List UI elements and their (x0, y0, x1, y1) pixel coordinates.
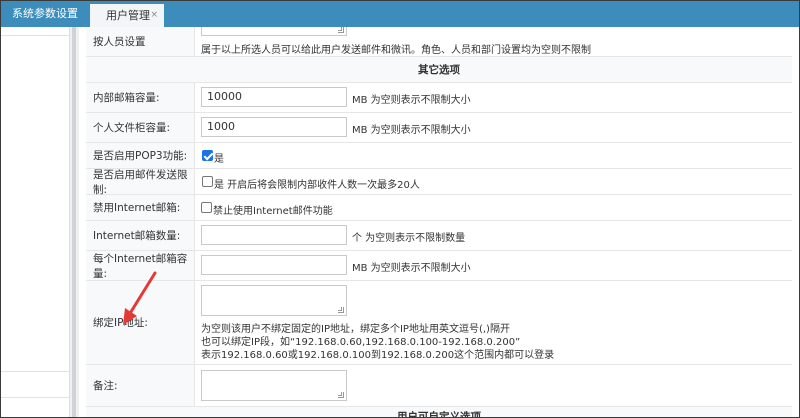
row-hint: 个 为空则表示不限制数量 (352, 233, 466, 244)
settings-form: 按人员设置 属于以上所选人员可以给此用户发送邮件和微讯。角色、人员和部门设置均为… (86, 27, 799, 417)
sidebar-divider (1, 371, 70, 372)
splitter-handle[interactable] (72, 27, 76, 417)
sidebar-divider (1, 397, 70, 398)
send-limit-checkbox[interactable] (202, 176, 213, 187)
row-bind-ip: 绑定IP地址: 为空则该用户不绑定固定的IP地址，绑定多个IP地址用英文逗号(,… (86, 281, 792, 365)
row-hint: MB 为空则表示不限制大小 (352, 263, 471, 274)
row-internal-capacity: 内部邮箱容量: 10000 MB 为空则表示不限制大小 (86, 83, 792, 113)
row-label: 按人员设置 (86, 27, 195, 56)
row-person-setting: 按人员设置 属于以上所选人员可以给此用户发送邮件和微讯。角色、人员和部门设置均为… (86, 27, 792, 57)
row-label: 备注: (86, 365, 195, 406)
row-send-limit: 是否启用邮件发送限制: 是 开启后将会限制内部收件人数一次最多20人 (86, 169, 792, 196)
row-label: 禁用Internet邮箱: (86, 195, 195, 220)
pop3-checkbox[interactable] (202, 150, 213, 161)
row-label: 内部邮箱容量: (86, 83, 195, 112)
row-pop3: 是否启用POP3功能: 是 (86, 143, 792, 169)
internet-count-input[interactable] (201, 225, 347, 245)
row-disable-internet: 禁用Internet邮箱: 禁止使用Internet邮件功能 (86, 195, 792, 221)
disable-internet-checkbox[interactable] (201, 202, 212, 213)
row-personal-folder: 个人文件柜容量: 1000 MB 为空则表示不限制大小 (86, 113, 792, 143)
bind-ip-hint-3: 表示192.168.0.60或192.168.0.100到192.168.0.2… (201, 350, 555, 361)
bind-ip-textarea[interactable] (201, 285, 347, 316)
section-title-next: 用户可自定义选项 (86, 407, 792, 417)
row-label: 是否启用POP3功能: (86, 143, 195, 168)
row-remark: 备注: (86, 365, 792, 407)
row-hint: MB 为空则表示不限制大小 (352, 125, 471, 136)
app-window: 系统参数设置 用户管理 × 按人员设置 属于以上所选人员可以给此用户发送邮件和微… (0, 0, 800, 418)
close-icon[interactable]: × (150, 4, 158, 27)
internet-capacity-input[interactable] (201, 255, 347, 275)
annotation-arrow-icon (123, 271, 157, 325)
tab-bar: 系统参数设置 用户管理 × (1, 1, 799, 27)
person-textarea[interactable] (201, 27, 347, 36)
tab-system-settings[interactable]: 系统参数设置 (1, 1, 89, 27)
sidebar-divider (1, 35, 70, 36)
section-title: 其它选项 (86, 57, 792, 83)
checkbox-label: 是 (214, 154, 224, 165)
row-internet-count: Internet邮箱数量: 个 为空则表示不限制数量 (86, 221, 792, 251)
checkbox-label: 是 开启后将会限制内部收件人数一次最多20人 (214, 180, 420, 191)
personal-folder-input[interactable]: 1000 (201, 117, 347, 137)
resize-grip-icon[interactable] (338, 27, 344, 33)
sidebar (1, 27, 70, 417)
resize-grip-icon[interactable] (338, 307, 344, 313)
resize-grip-icon[interactable] (338, 392, 344, 398)
tab-label: 用户管理 (106, 9, 150, 22)
checkbox-label: 禁止使用Internet邮件功能 (213, 206, 333, 217)
row-hint: 属于以上所选人员可以给此用户发送邮件和微讯。角色、人员和部门设置均为空则不限制 (201, 45, 591, 56)
row-label: 个人文件柜容量: (86, 113, 195, 142)
tab-user-management[interactable]: 用户管理 × (90, 4, 164, 27)
row-label: 是否启用邮件发送限制: (86, 169, 195, 196)
row-internet-capacity: 每个Internet邮箱容量: MB 为空则表示不限制大小 (86, 251, 792, 281)
panel-splitter[interactable] (70, 27, 79, 417)
row-label: Internet邮箱数量: (86, 221, 195, 250)
internal-capacity-input[interactable]: 10000 (201, 87, 347, 107)
remark-textarea[interactable] (201, 370, 347, 401)
row-hint: MB 为空则表示不限制大小 (352, 95, 471, 106)
